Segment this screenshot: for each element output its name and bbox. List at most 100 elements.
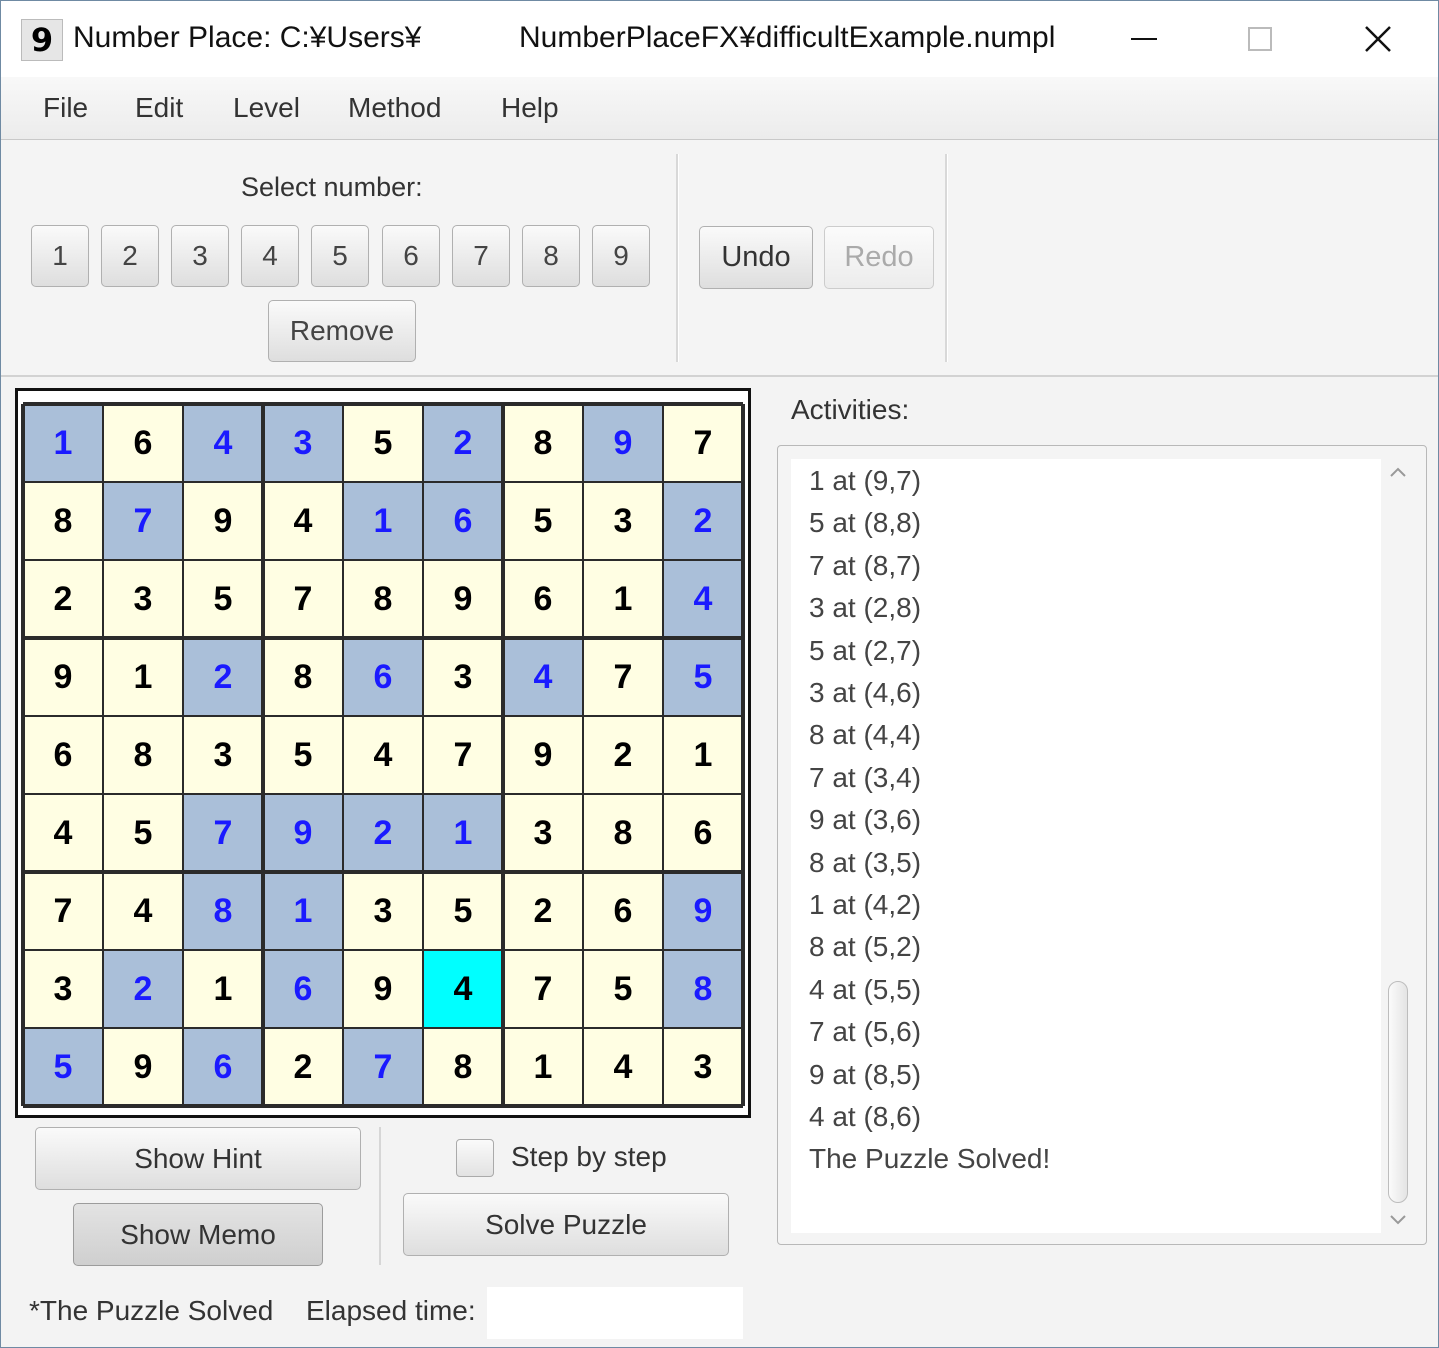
sudoku-cell[interactable]: 4 (503, 638, 583, 716)
sudoku-cell[interactable]: 7 (583, 638, 663, 716)
sudoku-cell[interactable]: 3 (103, 560, 183, 638)
sudoku-cell[interactable]: 9 (183, 482, 263, 560)
sudoku-cell[interactable]: 4 (103, 872, 183, 950)
sudoku-cell[interactable]: 6 (423, 482, 503, 560)
sudoku-cell[interactable]: 5 (503, 482, 583, 560)
sudoku-cell[interactable]: 5 (583, 950, 663, 1028)
sudoku-cell[interactable]: 1 (423, 794, 503, 872)
activity-item[interactable]: 7 at (8,7) (809, 550, 921, 582)
sudoku-cell[interactable]: 6 (23, 716, 103, 794)
activity-item[interactable]: The Puzzle Solved! (809, 1143, 1050, 1175)
sudoku-cell[interactable]: 3 (583, 482, 663, 560)
number-button-7[interactable]: 7 (452, 225, 510, 287)
menu-file[interactable]: File (43, 92, 88, 124)
sudoku-cell[interactable]: 3 (23, 950, 103, 1028)
sudoku-cell[interactable]: 2 (183, 638, 263, 716)
activity-item[interactable]: 3 at (2,8) (809, 592, 921, 624)
sudoku-cell[interactable]: 8 (503, 404, 583, 482)
sudoku-cell[interactable]: 2 (103, 950, 183, 1028)
sudoku-cell[interactable]: 4 (343, 716, 423, 794)
sudoku-cell[interactable]: 9 (423, 560, 503, 638)
activity-item[interactable]: 9 at (8,5) (809, 1059, 921, 1091)
sudoku-cell[interactable]: 2 (263, 1028, 343, 1106)
sudoku-cell[interactable]: 1 (103, 638, 183, 716)
sudoku-cell[interactable]: 5 (103, 794, 183, 872)
sudoku-cell[interactable]: 5 (663, 638, 743, 716)
sudoku-cell[interactable]: 6 (183, 1028, 263, 1106)
sudoku-cell[interactable]: 8 (663, 950, 743, 1028)
sudoku-cell[interactable]: 9 (583, 404, 663, 482)
undo-button[interactable]: Undo (699, 226, 813, 289)
sudoku-cell[interactable]: 3 (423, 638, 503, 716)
sudoku-cell[interactable]: 6 (263, 950, 343, 1028)
sudoku-cell[interactable]: 3 (263, 404, 343, 482)
number-button-6[interactable]: 6 (382, 225, 440, 287)
sudoku-cell[interactable]: 1 (183, 950, 263, 1028)
sudoku-cell[interactable]: 2 (423, 404, 503, 482)
sudoku-cell[interactable]: 3 (663, 1028, 743, 1106)
activity-item[interactable]: 8 at (5,2) (809, 931, 921, 963)
activity-item[interactable]: 1 at (9,7) (809, 465, 921, 497)
solve-puzzle-button[interactable]: Solve Puzzle (403, 1193, 729, 1256)
minimize-button[interactable] (1085, 1, 1203, 77)
number-button-3[interactable]: 3 (171, 225, 229, 287)
sudoku-cell[interactable]: 6 (663, 794, 743, 872)
sudoku-cell[interactable]: 5 (263, 716, 343, 794)
sudoku-cell[interactable]: 2 (663, 482, 743, 560)
activity-item[interactable]: 8 at (3,5) (809, 847, 921, 879)
sudoku-cell[interactable]: 7 (263, 560, 343, 638)
sudoku-cell[interactable]: 1 (23, 404, 103, 482)
sudoku-cell[interactable]: 1 (263, 872, 343, 950)
sudoku-cell[interactable]: 7 (23, 872, 103, 950)
number-button-1[interactable]: 1 (31, 225, 89, 287)
sudoku-cell[interactable]: 1 (503, 1028, 583, 1106)
sudoku-cell[interactable]: 8 (183, 872, 263, 950)
remove-button[interactable]: Remove (268, 300, 416, 362)
sudoku-cell[interactable]: 6 (503, 560, 583, 638)
sudoku-cell[interactable]: 5 (23, 1028, 103, 1106)
sudoku-cell[interactable]: 4 (263, 482, 343, 560)
sudoku-cell[interactable]: 7 (663, 404, 743, 482)
sudoku-cell[interactable]: 1 (663, 716, 743, 794)
sudoku-cell[interactable]: 8 (583, 794, 663, 872)
sudoku-cell[interactable]: 7 (503, 950, 583, 1028)
activities-list[interactable]: 1 at (9,7) 5 at (8,8) 7 at (8,7) 3 at (2,8)… (791, 459, 1381, 1233)
sudoku-cell[interactable]: 5 (183, 560, 263, 638)
sudoku-cell[interactable]: 9 (23, 638, 103, 716)
sudoku-cell[interactable]: 3 (183, 716, 263, 794)
sudoku-cell[interactable]: 1 (343, 482, 423, 560)
sudoku-cell[interactable]: 5 (423, 872, 503, 950)
activity-item[interactable]: 7 at (3,4) (809, 762, 921, 794)
number-button-4[interactable]: 4 (241, 225, 299, 287)
sudoku-cell[interactable]: 3 (343, 872, 423, 950)
activity-item[interactable]: 4 at (8,6) (809, 1101, 921, 1133)
number-button-9[interactable]: 9 (592, 225, 650, 287)
sudoku-cell[interactable]: 8 (263, 638, 343, 716)
sudoku-cell[interactable]: 8 (343, 560, 423, 638)
number-button-2[interactable]: 2 (101, 225, 159, 287)
menu-edit[interactable]: Edit (135, 92, 183, 124)
activity-item[interactable]: 8 at (4,4) (809, 719, 921, 751)
show-memo-toggle[interactable]: Show Memo (73, 1203, 323, 1266)
step-by-step-checkbox[interactable] (456, 1139, 494, 1177)
sudoku-cell[interactable]: 9 (503, 716, 583, 794)
sudoku-cell[interactable]: 6 (343, 638, 423, 716)
scrollbar-thumb[interactable] (1388, 981, 1408, 1203)
sudoku-cell[interactable]: 1 (583, 560, 663, 638)
sudoku-cell[interactable]: 4 (23, 794, 103, 872)
show-hint-button[interactable]: Show Hint (35, 1127, 361, 1190)
sudoku-cell[interactable]: 5 (343, 404, 423, 482)
sudoku-cell[interactable]: 8 (423, 1028, 503, 1106)
sudoku-cell[interactable]: 2 (503, 872, 583, 950)
sudoku-cell[interactable]: 4 (583, 1028, 663, 1106)
sudoku-cell[interactable]: 9 (663, 872, 743, 950)
sudoku-cell[interactable]: 7 (423, 716, 503, 794)
activity-item[interactable]: 9 at (3,6) (809, 804, 921, 836)
sudoku-cell[interactable]: 4 (423, 950, 503, 1028)
redo-button[interactable]: Redo (824, 226, 934, 289)
activity-item[interactable]: 3 at (4,6) (809, 677, 921, 709)
activity-item[interactable]: 5 at (8,8) (809, 507, 921, 539)
sudoku-cell[interactable]: 4 (663, 560, 743, 638)
activity-item[interactable]: 4 at (5,5) (809, 974, 921, 1006)
sudoku-cell[interactable]: 7 (343, 1028, 423, 1106)
